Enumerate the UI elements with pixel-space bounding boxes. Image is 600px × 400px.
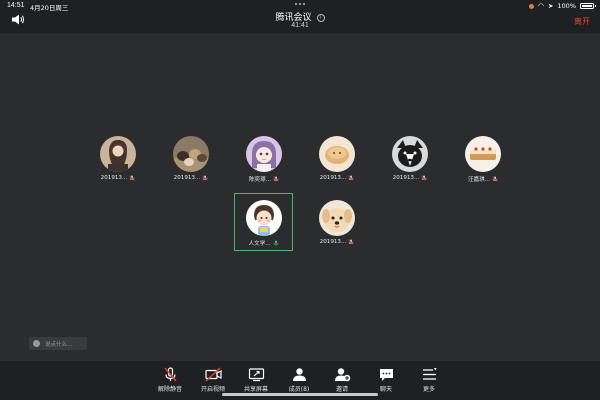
meeting-screen: 14:51 4月20日周三 ◠ ➤ 100% 腾讯会议 i 41:41 离开 20… <box>0 0 600 400</box>
avatar-cartoon-kid <box>245 200 282 236</box>
avatar-fluffy-dog <box>319 200 355 236</box>
members-button[interactable]: 成员(8) <box>279 367 319 393</box>
participant-tile[interactable]: 201913... <box>90 136 146 192</box>
participant-tile[interactable]: 201913... <box>163 136 219 192</box>
battery-icon <box>580 3 596 9</box>
status-time: 14:51 <box>7 2 25 9</box>
participant-tile[interactable]: 汪嘉琪... <box>455 136 511 192</box>
avatar-cats-group <box>173 136 209 172</box>
more-button[interactable]: 更多 <box>409 367 449 393</box>
mic-muted-icon <box>348 239 355 245</box>
mic-muted-icon <box>492 176 498 182</box>
participant-name: 201913... <box>173 175 201 181</box>
location-icon: ➤ <box>547 2 554 10</box>
avatar-black-white-dog <box>392 136 428 172</box>
invite-label: 邀请 <box>335 386 348 393</box>
mic-off-icon <box>163 367 177 382</box>
chat-placeholder: 说点什么... <box>45 341 73 348</box>
participant-name: 201913... <box>392 175 420 181</box>
invite-button[interactable]: 邀请 <box>322 367 362 393</box>
wifi-icon: ◠ <box>537 1 544 10</box>
avatar-person-dark-hair <box>100 136 136 172</box>
info-icon[interactable]: i <box>316 13 325 22</box>
start-video-label: 开启视频 <box>200 386 225 393</box>
participant-name: 陈奕璟... <box>248 177 272 183</box>
top-bar: 14:51 4月20日周三 ◠ ➤ 100% 腾讯会议 i 41:41 离开 <box>0 0 600 33</box>
avatar-cake-slice <box>465 136 501 172</box>
mic-muted-icon <box>348 175 355 181</box>
chat-button[interactable]: 聊天 <box>366 367 406 393</box>
mic-muted-icon <box>129 175 136 181</box>
chat-input[interactable]: 说点什么... <box>29 337 87 350</box>
participant-tile[interactable]: 201913... <box>382 136 438 192</box>
multitask-grabber-icon[interactable] <box>295 3 305 5</box>
chat-label: 聊天 <box>379 386 392 393</box>
video-off-icon <box>204 367 222 382</box>
home-indicator[interactable] <box>222 393 378 396</box>
participant-tile[interactable]: 陈奕璟... <box>236 136 292 192</box>
start-video-button[interactable]: 开启视频 <box>193 367 233 393</box>
avatar-anime-girl <box>246 136 282 172</box>
more-label: 更多 <box>422 386 435 393</box>
avatar-bread-pastry <box>319 136 355 172</box>
status-indicators: ◠ ➤ 100% <box>528 1 596 10</box>
participant-name: 201913... <box>319 239 347 245</box>
members-icon <box>292 368 306 381</box>
participant-name: 汪嘉琪... <box>467 177 491 183</box>
mic-muted-icon <box>421 175 428 181</box>
meeting-timer: 41:41 <box>291 22 309 29</box>
participant-name: 人文学... <box>248 241 271 247</box>
recording-dot-icon <box>528 3 534 9</box>
participant-name: 201913... <box>319 175 347 181</box>
chat-bubble-icon <box>379 369 393 381</box>
share-screen-button[interactable]: 共享屏幕 <box>236 367 276 393</box>
share-screen-icon <box>248 368 264 382</box>
mic-active-icon <box>273 240 278 246</box>
emoji-icon[interactable] <box>33 340 40 347</box>
participant-name: 201913... <box>100 175 128 181</box>
leave-button[interactable]: 离开 <box>574 16 590 27</box>
participant-tile[interactable]: 201913... <box>309 136 365 192</box>
mic-muted-icon <box>202 175 209 181</box>
members-label: 成员(8) <box>288 386 310 393</box>
invite-icon <box>334 368 350 382</box>
participant-tile-speaking[interactable]: 人文学... <box>234 193 293 251</box>
battery-percent: 100% <box>557 2 576 10</box>
more-menu-icon <box>422 368 436 380</box>
participant-tile[interactable]: 201913... <box>309 200 365 256</box>
mic-muted-icon <box>273 176 279 182</box>
unmute-label: 解除静音 <box>157 386 182 393</box>
unmute-button[interactable]: 解除静音 <box>150 367 190 393</box>
share-screen-label: 共享屏幕 <box>243 386 268 393</box>
